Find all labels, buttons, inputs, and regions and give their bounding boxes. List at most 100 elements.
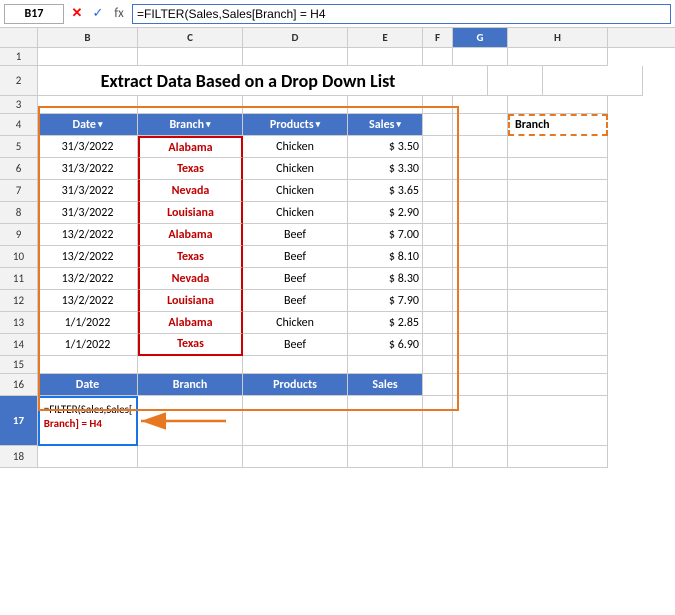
cell-f4[interactable] [423, 114, 453, 136]
cell-g15[interactable] [453, 356, 508, 374]
cell-c10[interactable]: Texas [138, 246, 243, 268]
cell-d11[interactable]: Beef [243, 268, 348, 290]
cell-b10[interactable]: 13/2/2022 [38, 246, 138, 268]
cell-c9[interactable]: Alabama [138, 224, 243, 246]
cancel-icon[interactable]: ✕ [68, 5, 86, 23]
cell-d12[interactable]: Beef [243, 290, 348, 312]
cell-h6[interactable] [508, 158, 608, 180]
cell-g12[interactable] [453, 290, 508, 312]
cell-d10[interactable]: Beef [243, 246, 348, 268]
cell-b9[interactable]: 13/2/2022 [38, 224, 138, 246]
cell-e10[interactable]: $ 8.10 [348, 246, 423, 268]
fx-icon[interactable]: fx [110, 5, 128, 23]
cell-e17[interactable] [348, 396, 423, 446]
date-dropdown-icon[interactable]: ▾ [98, 119, 103, 130]
cell-f5[interactable] [423, 136, 453, 158]
cell-f17[interactable] [423, 396, 453, 446]
cell-g1[interactable] [453, 48, 508, 66]
cell-g6[interactable] [453, 158, 508, 180]
cell-d5[interactable]: Chicken [243, 136, 348, 158]
cell-c6[interactable]: Texas [138, 158, 243, 180]
cell-d17[interactable] [243, 396, 348, 446]
cell-g9[interactable] [453, 224, 508, 246]
cell-g11[interactable] [453, 268, 508, 290]
cell-d15[interactable] [243, 356, 348, 374]
cell-h13[interactable] [508, 312, 608, 334]
cell-f1[interactable] [423, 48, 453, 66]
cell-d8[interactable]: Chicken [243, 202, 348, 224]
cell-f7[interactable] [423, 180, 453, 202]
cell-c12[interactable]: Louisiana [138, 290, 243, 312]
cell-d3[interactable] [243, 96, 348, 114]
cell-f10[interactable] [423, 246, 453, 268]
cell-c5[interactable]: Alabama [138, 136, 243, 158]
cell-f14[interactable] [423, 334, 453, 356]
cell-h14[interactable] [508, 334, 608, 356]
cell-h4-dropdown[interactable]: Branch [508, 114, 608, 136]
cell-h7[interactable] [508, 180, 608, 202]
products-dropdown-icon[interactable]: ▾ [316, 119, 321, 130]
cell-h18[interactable] [508, 446, 608, 468]
cell-c8[interactable]: Louisiana [138, 202, 243, 224]
cell-h17[interactable] [508, 396, 608, 446]
cell-b8[interactable]: 31/3/2022 [38, 202, 138, 224]
cell-b6[interactable]: 31/3/2022 [38, 158, 138, 180]
cell-g5[interactable] [453, 136, 508, 158]
cell-b12[interactable]: 13/2/2022 [38, 290, 138, 312]
cell-f8[interactable] [423, 202, 453, 224]
cell-g18[interactable] [453, 446, 508, 468]
cell-c1[interactable] [138, 48, 243, 66]
cell-d13[interactable]: Chicken [243, 312, 348, 334]
cell-e15[interactable] [348, 356, 423, 374]
cell-c17[interactable] [138, 396, 243, 446]
cell-h9[interactable] [508, 224, 608, 246]
cell-b15[interactable] [38, 356, 138, 374]
cell-g14[interactable] [453, 334, 508, 356]
cell-h5[interactable] [508, 136, 608, 158]
cell-h3[interactable] [508, 96, 608, 114]
cell-f15[interactable] [423, 356, 453, 374]
cell-c11[interactable]: Nevada [138, 268, 243, 290]
cell-g13[interactable] [453, 312, 508, 334]
branch-dropdown-icon[interactable]: ▾ [206, 119, 211, 130]
sales-dropdown-icon[interactable]: ▾ [396, 119, 401, 130]
cell-f13[interactable] [423, 312, 453, 334]
cell-h8[interactable] [508, 202, 608, 224]
formula-input[interactable] [132, 4, 671, 24]
cell-f2[interactable] [458, 66, 488, 96]
cell-e1[interactable] [348, 48, 423, 66]
cell-f6[interactable] [423, 158, 453, 180]
cell-e12[interactable]: $ 7.90 [348, 290, 423, 312]
cell-g8[interactable] [453, 202, 508, 224]
cell-c18[interactable] [138, 446, 243, 468]
cell-c13[interactable]: Alabama [138, 312, 243, 334]
cell-e14[interactable]: $ 6.90 [348, 334, 423, 356]
cell-e7[interactable]: $ 3.65 [348, 180, 423, 202]
cell-h2[interactable] [543, 66, 643, 96]
cell-g3[interactable] [453, 96, 508, 114]
cell-d18[interactable] [243, 446, 348, 468]
cell-f9[interactable] [423, 224, 453, 246]
cell-d6[interactable]: Chicken [243, 158, 348, 180]
cell-e11[interactable]: $ 8.30 [348, 268, 423, 290]
confirm-icon[interactable]: ✓ [89, 5, 107, 23]
cell-b11[interactable]: 13/2/2022 [38, 268, 138, 290]
cell-f12[interactable] [423, 290, 453, 312]
cell-b3[interactable] [38, 96, 138, 114]
cell-f3[interactable] [423, 96, 453, 114]
cell-e3[interactable] [348, 96, 423, 114]
cell-d7[interactable]: Chicken [243, 180, 348, 202]
cell-e6[interactable]: $ 3.30 [348, 158, 423, 180]
cell-h10[interactable] [508, 246, 608, 268]
cell-h16[interactable] [508, 374, 608, 396]
cell-c14[interactable]: Texas [138, 334, 243, 356]
cell-f18[interactable] [423, 446, 453, 468]
cell-g4[interactable] [453, 114, 508, 136]
cell-g7[interactable] [453, 180, 508, 202]
cell-c7[interactable]: Nevada [138, 180, 243, 202]
cell-b5[interactable]: 31/3/2022 [38, 136, 138, 158]
cell-h15[interactable] [508, 356, 608, 374]
cell-reference-box[interactable]: B17 [4, 4, 64, 24]
cell-e8[interactable]: $ 2.90 [348, 202, 423, 224]
cell-e5[interactable]: $ 3.50 [348, 136, 423, 158]
